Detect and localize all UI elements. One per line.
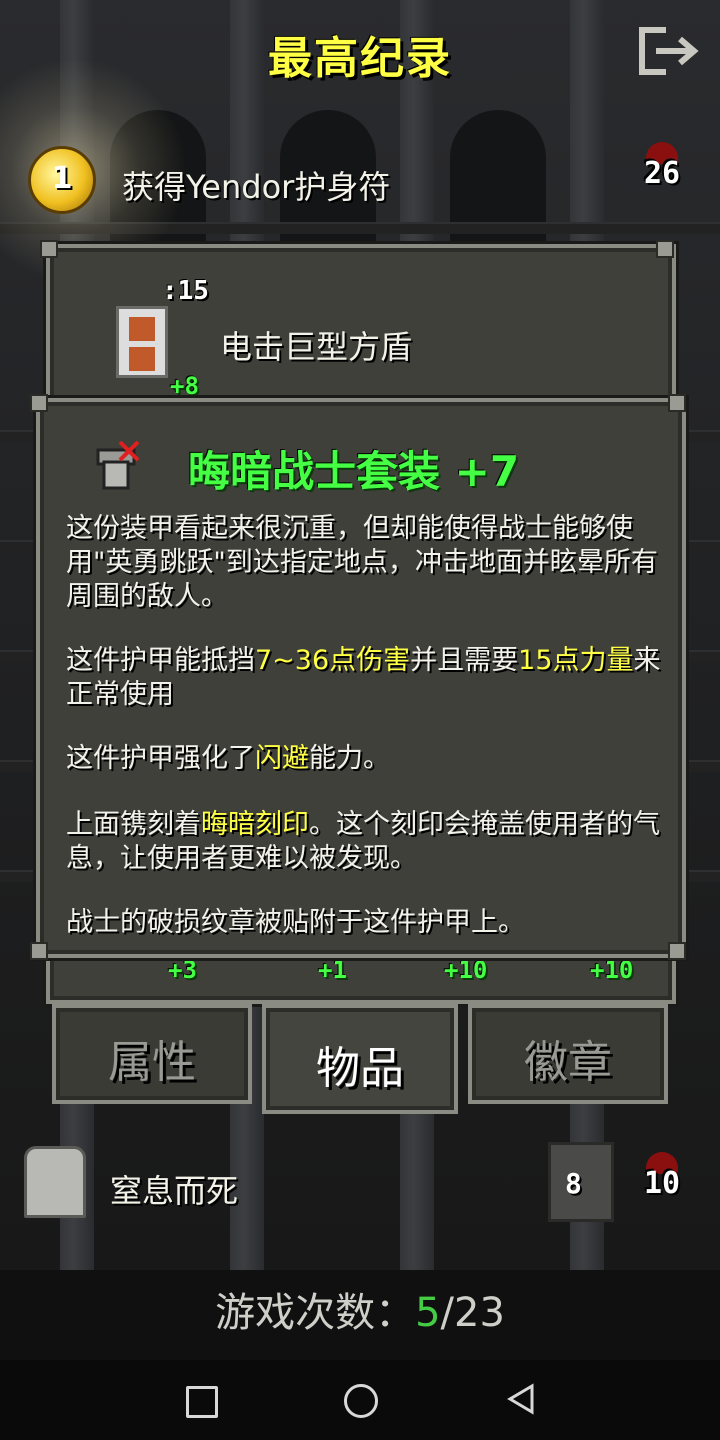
recents-icon[interactable] bbox=[186, 1386, 218, 1418]
text: 能力。 bbox=[309, 743, 390, 774]
games-sep: / bbox=[440, 1290, 455, 1336]
tab-badges[interactable]: 徽章 bbox=[468, 1004, 668, 1104]
slot-upgrade: +10 bbox=[444, 956, 488, 984]
damage-range: 7~36点伤害 bbox=[255, 645, 411, 676]
panel-corner bbox=[40, 240, 58, 258]
text: 这件护甲强化了 bbox=[66, 743, 255, 774]
record-label[interactable]: 窒息而死 bbox=[110, 1166, 238, 1212]
depth-value: 10 bbox=[643, 1166, 681, 1201]
warrior-class-icon: 8 bbox=[548, 1142, 614, 1222]
back-icon[interactable] bbox=[504, 1382, 538, 1416]
panel-corner bbox=[668, 394, 686, 412]
item-detail-window[interactable]: 晦暗战士套装 +7 这份装甲看起来很沉重，但却能使得战士能够使用"英勇跳跃"到达… bbox=[36, 398, 686, 958]
page-title: 最高纪录 bbox=[268, 33, 452, 84]
text: 这件护甲能抵挡 bbox=[66, 645, 255, 676]
armor-augment-text: 这件护甲强化了闪避能力。 bbox=[66, 742, 676, 776]
item-upgrade: +8 bbox=[170, 372, 199, 400]
armor-stats-text: 这件护甲能抵挡7~36点伤害并且需要15点力量来正常使用 bbox=[66, 644, 676, 712]
tab-stats[interactable]: 属性 bbox=[52, 1004, 252, 1104]
glyph-text: 上面镌刻着晦暗刻印。这个刻印会掩盖使用者的气息，让使用者更难以被发现。 bbox=[66, 808, 676, 876]
tab-label: 属性 bbox=[108, 1037, 196, 1088]
strength-requirement: 15点力量 bbox=[518, 645, 634, 676]
armor-icon bbox=[96, 440, 140, 490]
item-description: 这份装甲看起来很沉重，但却能使得战士能够使用"英勇跳跃"到达指定地点，冲击地面并… bbox=[66, 513, 658, 612]
depth-value: 26 bbox=[643, 156, 681, 191]
record-row-top[interactable]: 1 获得Yendor护身符 26 bbox=[0, 142, 720, 222]
tombstone-icon bbox=[24, 1146, 86, 1218]
panel-corner bbox=[30, 942, 48, 960]
item-detail-title: 晦暗战士套装 +7 bbox=[188, 447, 520, 496]
games-total: 23 bbox=[454, 1290, 505, 1336]
amulet-medal-icon: 1 bbox=[28, 146, 96, 214]
record-rank: 1 bbox=[51, 161, 73, 196]
item-name[interactable]: 电击巨型方盾 bbox=[220, 322, 412, 368]
home-icon[interactable] bbox=[344, 1384, 378, 1418]
panel-corner bbox=[30, 394, 48, 412]
glyph-name: 晦暗刻印 bbox=[201, 809, 309, 840]
class-level: 8 bbox=[565, 1167, 582, 1200]
tab-items[interactable]: 物品 bbox=[262, 1004, 458, 1114]
slot-upgrade: +3 bbox=[168, 956, 197, 984]
depth-icon: 26 bbox=[640, 142, 684, 208]
games-current: 5 bbox=[415, 1290, 441, 1336]
item-quantity: :15 bbox=[162, 276, 209, 306]
tab-label: 物品 bbox=[316, 1043, 404, 1094]
record-label: 获得Yendor护身符 bbox=[122, 168, 391, 206]
slot-upgrade: +10 bbox=[590, 956, 634, 984]
text: 并且需要 bbox=[410, 645, 519, 676]
tab-label: 徽章 bbox=[524, 1037, 612, 1088]
games-played: 游戏次数：5/23 bbox=[0, 1280, 720, 1338]
panel-corner bbox=[668, 942, 686, 960]
shield-icon bbox=[116, 306, 168, 378]
seal-text: 战士的破损纹章被贴附于这件护甲上。 bbox=[66, 907, 525, 938]
text: 上面镌刻着 bbox=[66, 809, 201, 840]
augment-type: 闪避 bbox=[255, 743, 309, 774]
games-label: 游戏次数： bbox=[215, 1290, 416, 1336]
slot-upgrade: +1 bbox=[318, 956, 347, 984]
exit-icon[interactable] bbox=[636, 26, 702, 76]
depth-icon: 10 bbox=[640, 1152, 684, 1218]
panel-corner bbox=[656, 240, 674, 258]
